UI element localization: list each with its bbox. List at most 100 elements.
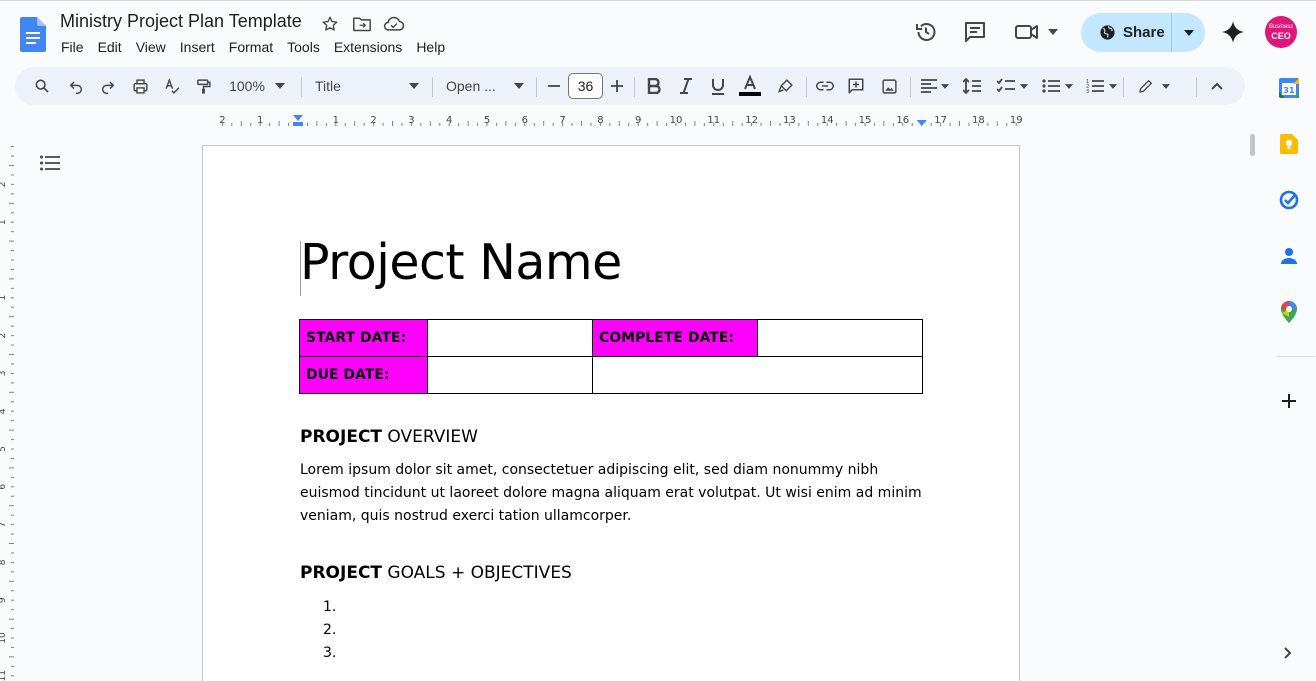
ruler-label: 17	[934, 115, 947, 126]
keep-icon[interactable]	[1278, 133, 1300, 155]
ruler-label: 6	[0, 484, 8, 490]
ruler-label: 10	[0, 632, 8, 644]
ruler-label: 7	[0, 522, 8, 528]
menu-view[interactable]: View	[136, 39, 166, 55]
bulleted-list-select[interactable]	[1038, 74, 1076, 98]
first-line-indent-marker	[293, 122, 303, 126]
move-folder-icon[interactable]	[351, 13, 373, 35]
star-icon[interactable]	[319, 13, 341, 35]
font-family-select[interactable]: Open ...	[446, 74, 524, 98]
overview-body[interactable]: Lorem ipsum dolor sit amet, consectetuer…	[300, 459, 930, 528]
due-date-cell[interactable]	[427, 356, 593, 394]
menu-bar: File Edit View Insert Format Tools Exten…	[61, 39, 459, 55]
empty-merged-cell[interactable]	[592, 356, 923, 394]
vertical-ruler[interactable]: 211234567891011	[0, 135, 14, 681]
maps-icon[interactable]	[1278, 301, 1300, 323]
contacts-icon[interactable]	[1278, 245, 1300, 267]
due-date-label[interactable]: DUE DATE:	[299, 356, 428, 394]
ruler-label: 4	[446, 115, 452, 126]
text-color-icon[interactable]	[737, 74, 763, 98]
chevron-down-icon	[1108, 83, 1117, 89]
print-icon[interactable]	[129, 74, 151, 98]
vertical-scrollbar[interactable]	[1250, 134, 1255, 156]
meet-button[interactable]	[1014, 18, 1064, 46]
italic-icon[interactable]	[675, 74, 697, 98]
document-outline-icon[interactable]	[38, 152, 62, 174]
hide-menus-chevron-up-icon[interactable]	[1206, 74, 1228, 98]
align-select[interactable]	[917, 74, 953, 98]
paragraph-style-select[interactable]: Title	[315, 74, 419, 98]
gemini-sparkle-icon[interactable]	[1220, 19, 1246, 45]
chevron-down-icon	[1162, 83, 1170, 89]
docs-logo-icon[interactable]	[20, 17, 46, 52]
add-comment-icon[interactable]	[845, 74, 867, 98]
toolbar-divider	[301, 77, 302, 97]
search-menus-icon[interactable]	[31, 74, 53, 98]
menu-help[interactable]: Help	[416, 39, 445, 55]
share-button[interactable]: Share	[1081, 13, 1172, 52]
ruler-label: 3	[408, 115, 414, 126]
insert-link-icon[interactable]	[814, 74, 836, 98]
list-item[interactable]: 2.	[323, 619, 336, 642]
list-item[interactable]: 3.	[323, 642, 336, 665]
chevron-down-icon	[1183, 29, 1194, 36]
toolbar-divider	[536, 77, 537, 97]
start-date-cell[interactable]	[427, 319, 593, 357]
redo-icon[interactable]	[97, 74, 119, 98]
menu-format[interactable]: Format	[229, 39, 273, 55]
version-history-icon[interactable]	[912, 18, 940, 46]
decrease-font-size-icon[interactable]	[545, 74, 563, 98]
chevron-right-icon[interactable]	[1280, 643, 1296, 663]
start-date-label[interactable]: START DATE:	[299, 319, 428, 357]
toolbar-divider	[1196, 77, 1197, 97]
font-size-input[interactable]: 36	[568, 73, 603, 99]
calendar-icon[interactable]: 31	[1278, 77, 1300, 99]
menu-insert[interactable]: Insert	[180, 39, 215, 55]
document-heading[interactable]: Project Name	[300, 234, 622, 291]
zoom-select[interactable]: 100%	[224, 74, 290, 98]
checklist-select[interactable]	[993, 74, 1031, 98]
comments-icon[interactable]	[961, 18, 989, 46]
chevron-down-icon	[1019, 83, 1028, 89]
ruler-label: 18	[972, 115, 985, 126]
ruler-label: 19	[1010, 115, 1022, 126]
menu-extensions[interactable]: Extensions	[334, 39, 402, 55]
menu-tools[interactable]: Tools	[287, 39, 320, 55]
underline-icon[interactable]	[707, 74, 729, 98]
font-family-value: Open ...	[446, 78, 496, 94]
toolbar-divider	[910, 77, 911, 97]
goals-heading[interactable]: PROJECT GOALS + OBJECTIVES	[300, 563, 572, 583]
menu-edit[interactable]: Edit	[98, 39, 122, 55]
line-spacing-icon[interactable]	[961, 74, 983, 98]
editing-mode-select[interactable]	[1133, 74, 1175, 98]
spellcheck-icon[interactable]	[161, 74, 183, 98]
checklist-icon	[996, 78, 1015, 93]
list-item[interactable]: 1.	[323, 596, 336, 619]
account-avatar[interactable]: Business CEO	[1265, 16, 1297, 48]
overview-heading[interactable]: PROJECT OVERVIEW	[300, 427, 478, 447]
complete-date-cell[interactable]	[757, 319, 923, 357]
document-title[interactable]: Ministry Project Plan Template	[60, 11, 302, 32]
paint-format-icon[interactable]	[192, 74, 214, 98]
ruler-label: 13	[783, 115, 796, 126]
document-page[interactable]: Project Name START DATE: COMPLETE DATE: …	[202, 145, 1020, 681]
numbered-list-select[interactable]: 123	[1082, 74, 1120, 98]
horizontal-ruler[interactable]: 2 1 1 2 3 4 5 6 7 8 9 10 11 12 13 14 15 16 17 18 19	[200, 112, 1022, 130]
increase-font-size-icon[interactable]	[608, 74, 626, 98]
ruler-label: 11	[0, 670, 8, 681]
ruler-label: 5	[0, 446, 8, 452]
undo-icon[interactable]	[65, 74, 87, 98]
insert-image-icon[interactable]	[878, 74, 900, 98]
bold-icon[interactable]	[643, 74, 665, 98]
ruler-label: 1	[0, 295, 8, 301]
menu-file[interactable]: File	[61, 39, 84, 55]
align-left-icon	[921, 79, 937, 93]
complete-date-label[interactable]: COMPLETE DATE:	[592, 319, 758, 357]
tasks-icon[interactable]	[1278, 189, 1300, 211]
cloud-saved-icon[interactable]	[383, 13, 405, 35]
highlight-color-icon[interactable]	[774, 74, 796, 98]
add-icon[interactable]	[1278, 390, 1300, 412]
share-dropdown[interactable]	[1172, 13, 1205, 52]
ruler-label: 7	[559, 115, 565, 126]
ruler-label: 1	[257, 115, 263, 126]
